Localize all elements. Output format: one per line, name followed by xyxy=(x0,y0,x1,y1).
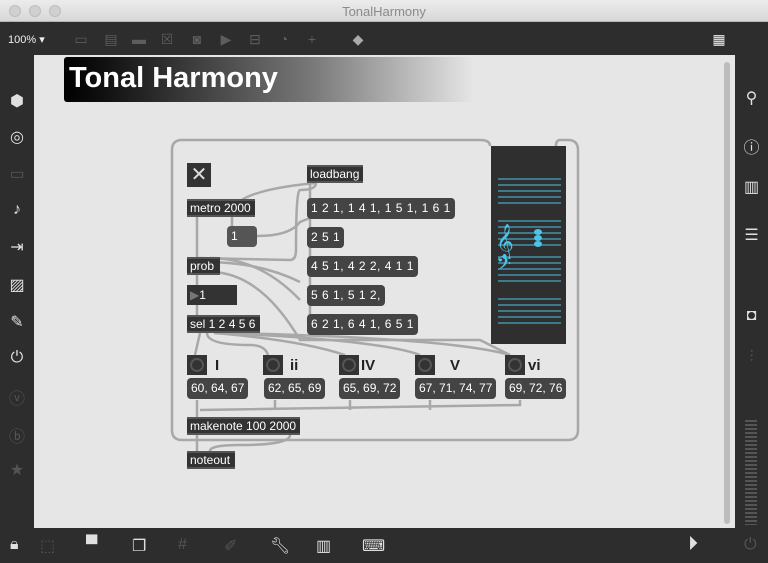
chord-notes-message[interactable]: 69, 72, 76 xyxy=(505,378,567,399)
prob-message[interactable]: 4 5 1, 4 2 2, 4 1 1 xyxy=(307,256,418,277)
chord-button-ii[interactable] xyxy=(263,355,283,375)
chord-notes-message[interactable]: 62, 65, 69 xyxy=(264,378,326,399)
one-message[interactable]: 1 xyxy=(227,226,257,247)
toggle-x[interactable]: ✕ xyxy=(187,163,211,187)
number-triangle-icon: ▶ xyxy=(190,288,200,302)
chord-label: IV xyxy=(361,357,376,374)
chord-button-IV[interactable] xyxy=(339,355,359,375)
chord-notes xyxy=(534,229,542,247)
chord-label: ii xyxy=(290,357,299,374)
chord-notes-message[interactable]: 60, 64, 67 xyxy=(187,378,249,399)
loadbang-object[interactable]: loadbang xyxy=(307,165,363,183)
prob-message[interactable]: 1 2 1, 1 4 1, 1 5 1, 1 6 1 xyxy=(307,198,455,219)
makenote-object[interactable]: makenote 100 2000 xyxy=(187,417,300,435)
chord-button-vi[interactable] xyxy=(505,355,525,375)
prob-message[interactable]: 6 2 1, 6 4 1, 6 5 1 xyxy=(307,314,418,335)
bass-clef-icon: 𝄢 xyxy=(496,253,511,280)
chord-notes-message[interactable]: 65, 69, 72 xyxy=(339,378,401,399)
noteout-object[interactable]: noteout xyxy=(187,451,235,469)
chord-button-I[interactable] xyxy=(187,355,207,375)
prob-message[interactable]: 2 5 1 xyxy=(307,227,345,248)
metro-object[interactable]: metro 2000 xyxy=(187,199,255,217)
chord-label: I xyxy=(215,357,220,374)
chord-label: V xyxy=(450,357,461,374)
number-box[interactable]: ▶1 xyxy=(187,285,237,305)
prob-message[interactable]: 5 6 1, 5 1 2, xyxy=(307,285,385,306)
notation-staff: 𝄞 𝄢 xyxy=(491,146,566,344)
prob-object[interactable]: prob xyxy=(187,257,220,275)
patch-cords xyxy=(170,138,580,452)
sel-object[interactable]: sel 1 2 4 5 6 xyxy=(187,315,260,333)
chord-notes-message[interactable]: 67, 71, 74, 77 xyxy=(415,378,497,399)
chord-button-V[interactable] xyxy=(415,355,435,375)
number-value: 1 xyxy=(199,288,206,302)
x-icon: ✕ xyxy=(190,164,208,186)
chord-label: vi xyxy=(528,357,541,374)
